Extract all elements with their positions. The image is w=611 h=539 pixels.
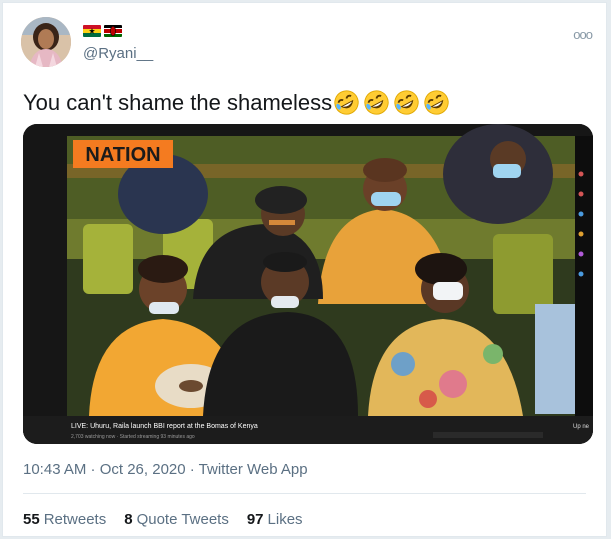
tweet-text: You can't shame the shameless	[23, 89, 450, 116]
retweets-count: 55	[23, 511, 40, 528]
user-handle[interactable]: @Ryani__	[83, 45, 153, 62]
tweet-media[interactable]: NATION LIVE: Uhuru, Raila launch BBI rep…	[23, 124, 593, 444]
engagement-stats: 55 Retweets 8 Quote Tweets 97 Likes	[23, 511, 303, 528]
quote-tweets-stat[interactable]: 8 Quote Tweets	[124, 511, 229, 528]
video-screenshot: NATION LIVE: Uhuru, Raila launch BBI rep…	[23, 124, 593, 444]
tweet-text-content: You can't shame the shameless	[23, 89, 333, 115]
up-next-label: Up ne	[573, 424, 590, 430]
more-options-icon[interactable]: ooo	[573, 27, 593, 42]
likes-stat[interactable]: 97 Likes	[247, 511, 303, 528]
tweet-timestamp[interactable]: 10:43 AM · Oct 26, 2020 · Twitter Web Ap…	[23, 461, 308, 478]
ghana-flag-icon	[83, 25, 101, 37]
rolling-laughing-emoji-icon	[364, 90, 389, 115]
flag-emojis	[83, 25, 122, 37]
kenya-flag-icon	[104, 25, 122, 37]
divider	[23, 493, 586, 494]
rolling-laughing-emoji-icon	[334, 90, 359, 115]
retweets-stat[interactable]: 55 Retweets	[23, 511, 106, 528]
rolling-laughing-emoji-icon	[394, 90, 419, 115]
video-subcaption: 2,703 watching now · Started streaming 9…	[71, 434, 195, 440]
avatar[interactable]	[21, 17, 71, 67]
tweet-card: @Ryani__ ooo You can't shame the shamele…	[2, 2, 607, 537]
retweets-label: Retweets	[43, 511, 107, 528]
quote-tweets-count: 8	[124, 511, 133, 528]
emoji-group	[333, 89, 450, 116]
likes-label: Likes	[267, 511, 303, 528]
video-caption: LIVE: Uhuru, Raila launch BBI report at …	[71, 423, 258, 430]
avatar-photo	[21, 17, 71, 67]
rolling-laughing-emoji-icon	[424, 90, 449, 115]
likes-count: 97	[246, 511, 264, 528]
nation-logo: NATION	[85, 144, 160, 166]
quote-tweets-label: Quote Tweets	[136, 511, 229, 528]
